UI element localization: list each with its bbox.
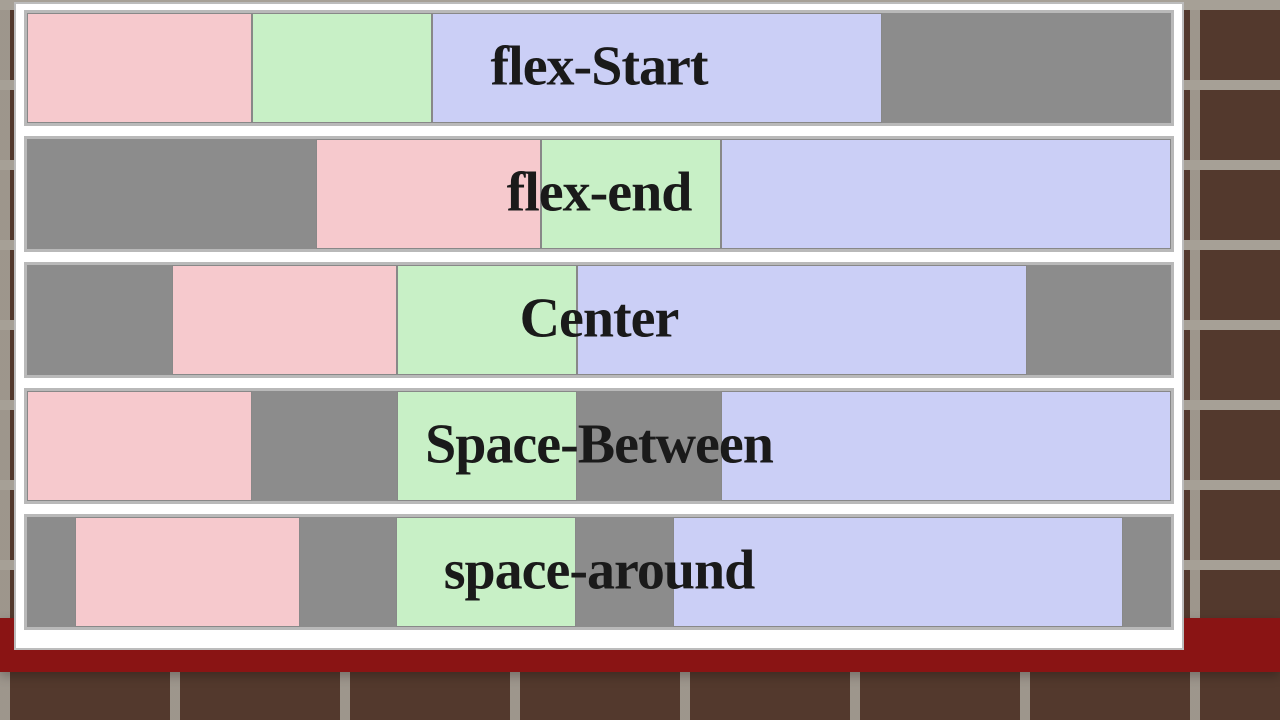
box-3 xyxy=(721,391,1171,501)
box-1 xyxy=(27,13,252,123)
box-1 xyxy=(75,517,300,627)
box-2 xyxy=(541,139,721,249)
box-1 xyxy=(316,139,541,249)
row-flex-start: flex-Start xyxy=(24,10,1174,126)
box-2 xyxy=(396,517,576,627)
row-space-around: space-around xyxy=(24,514,1174,630)
box-2 xyxy=(397,265,577,375)
box-1 xyxy=(172,265,397,375)
row-center: Center xyxy=(24,262,1174,378)
box-3 xyxy=(577,265,1027,375)
box-2 xyxy=(252,13,432,123)
box-1 xyxy=(27,391,252,501)
box-2 xyxy=(397,391,577,501)
demo-panel: flex-Start flex-end Center Space-Between… xyxy=(14,2,1184,650)
row-space-between: Space-Between xyxy=(24,388,1174,504)
box-3 xyxy=(721,139,1171,249)
box-3 xyxy=(432,13,882,123)
row-flex-end: flex-end xyxy=(24,136,1174,252)
box-3 xyxy=(673,517,1123,627)
